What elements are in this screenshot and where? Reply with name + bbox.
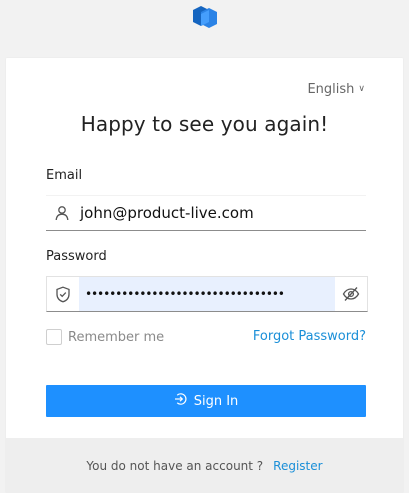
remember-me[interactable]: Remember me — [46, 329, 164, 345]
eye-slash-icon[interactable] — [335, 277, 367, 311]
chevron-down-icon: ∨ — [358, 83, 365, 94]
hexagon-logo-icon — [192, 6, 217, 28]
password-field[interactable]: ••••••••••••••••••••••••••••••••• — [46, 276, 368, 312]
remember-me-checkbox[interactable] — [46, 329, 62, 345]
email-field[interactable]: john@product-live.com — [46, 195, 366, 231]
app-logo — [0, 6, 409, 32]
sign-in-button[interactable]: Sign In — [46, 385, 366, 417]
page-title: Happy to see you again! — [80, 112, 329, 136]
register-link[interactable]: Register — [273, 459, 322, 473]
user-icon — [46, 196, 78, 230]
shield-icon — [47, 277, 79, 311]
login-icon — [174, 392, 188, 410]
language-label: English — [307, 82, 355, 97]
password-label: Password — [46, 249, 107, 264]
login-card: English ∨ Happy to see you again! Email … — [6, 58, 403, 493]
no-account-text: You do not have an account ? — [86, 458, 264, 473]
forgot-password-link[interactable]: Forgot Password? — [253, 329, 366, 344]
email-label: Email — [46, 168, 83, 183]
password-input[interactable]: ••••••••••••••••••••••••••••••••• — [79, 277, 335, 311]
email-value: john@product-live.com — [80, 204, 254, 222]
remember-me-label: Remember me — [68, 329, 165, 345]
card-footer: You do not have an account ? Register — [6, 438, 403, 493]
language-selector[interactable]: English ∨ — [307, 82, 365, 97]
sign-in-label: Sign In — [193, 393, 239, 409]
